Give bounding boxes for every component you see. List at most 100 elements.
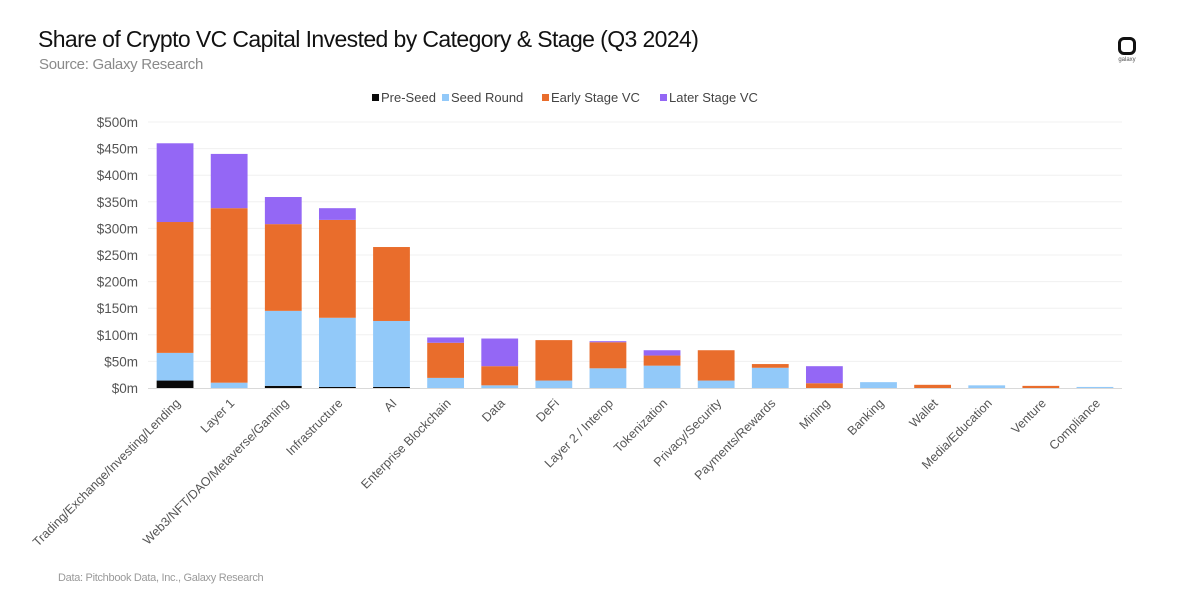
bar-segment-early-stage-vc — [427, 342, 465, 378]
x-tick-label: Compliance — [1046, 396, 1103, 453]
bar-stack — [643, 350, 681, 388]
bar-stack — [968, 385, 1006, 388]
bar-segment-seed-round — [481, 385, 519, 388]
x-tick-label: Tokenization — [611, 396, 670, 455]
data-source-note: Data: Pitchbook Data, Inc., Galaxy Resea… — [58, 572, 264, 584]
bar-segment-early-stage-vc — [751, 364, 789, 368]
y-axis: $0m $50m $100m $150m $200m $250m $300m $350m $40… — [97, 115, 138, 396]
bar-stack — [697, 350, 735, 388]
bar-stack — [156, 143, 194, 388]
y-tick-label: $350m — [97, 195, 138, 210]
x-tick-label: Mining — [797, 396, 833, 432]
x-tick-label: AI — [381, 396, 399, 414]
bar-stack — [427, 337, 465, 388]
bar-segment-seed-round — [210, 382, 248, 388]
bar-stack — [805, 366, 843, 388]
y-tick-label: $150m — [97, 301, 138, 316]
bar-stack — [318, 208, 356, 388]
legend-swatch — [542, 94, 549, 101]
bar-segment-early-stage-vc — [481, 366, 519, 386]
bar-stack — [210, 153, 248, 388]
x-tick-label: Infrastructure — [284, 396, 346, 458]
bar-segment-seed-round — [589, 368, 627, 388]
bar-segment-early-stage-vc — [589, 342, 627, 369]
bar-stack — [751, 364, 789, 388]
x-tick-label: Banking — [845, 396, 887, 438]
bar-segment-seed-round — [427, 377, 465, 388]
stacked-bar-chart: Pre-Seed Seed Round Early Stage VC Later St… — [30, 90, 1122, 549]
bar-segment-seed-round — [697, 380, 735, 388]
bar-segment-later-stage-vc — [427, 337, 465, 343]
y-tick-label: $200m — [97, 275, 138, 290]
bar-segment-early-stage-vc — [264, 224, 302, 311]
bar-segment-early-stage-vc — [643, 355, 681, 366]
y-tick-label: $100m — [97, 328, 138, 343]
legend-label: Pre-Seed — [381, 90, 436, 105]
bar-stack — [264, 197, 302, 388]
x-tick-label: Venture — [1009, 396, 1049, 436]
y-tick-label: $400m — [97, 168, 138, 183]
bar-segment-early-stage-vc — [373, 247, 410, 321]
x-tick-label: Data — [479, 396, 508, 425]
bar-segment-pre-seed — [373, 386, 410, 388]
y-tick-label: $450m — [97, 142, 138, 157]
bar-stack — [914, 384, 952, 388]
y-tick-label: $0m — [112, 381, 138, 396]
bar-segment-early-stage-vc — [318, 219, 356, 318]
legend-swatch — [660, 94, 667, 101]
x-tick-label: DeFi — [533, 396, 562, 425]
bar-stack — [589, 341, 627, 388]
bar-segment-seed-round — [643, 365, 681, 388]
bar-stack — [860, 382, 897, 388]
bar-segment-seed-round — [373, 320, 410, 387]
bar-segment-early-stage-vc — [156, 222, 194, 353]
y-tick-label: $50m — [104, 354, 138, 369]
legend: Pre-Seed Seed Round Early Stage VC Later St… — [372, 90, 758, 105]
legend-swatch — [372, 94, 379, 101]
legend-item-early-stage-vc: Early Stage VC — [542, 90, 640, 105]
bar-segment-early-stage-vc — [535, 340, 573, 381]
y-tick-label: $250m — [97, 248, 138, 263]
legend-item-pre-seed: Pre-Seed — [372, 90, 436, 105]
bar-segment-later-stage-vc — [210, 153, 248, 209]
bar-segment-pre-seed — [318, 386, 356, 388]
bars — [156, 143, 1114, 388]
x-tick-label: Enterprise Blockchain — [358, 396, 453, 491]
bar-segment-later-stage-vc — [481, 338, 519, 367]
bar-segment-seed-round — [264, 310, 302, 386]
y-tick-label: $300m — [97, 221, 138, 236]
bar-segment-later-stage-vc — [805, 366, 843, 384]
bar-segment-later-stage-vc — [643, 350, 681, 356]
bar-segment-seed-round — [751, 367, 789, 388]
bar-segment-seed-round — [968, 385, 1006, 388]
bar-segment-seed-round — [156, 352, 194, 381]
bar-segment-later-stage-vc — [264, 197, 302, 225]
legend-item-seed-round: Seed Round — [442, 90, 523, 105]
bar-segment-pre-seed — [156, 380, 194, 388]
bar-segment-seed-round — [535, 380, 573, 388]
bar-segment-early-stage-vc — [697, 350, 735, 381]
bar-segment-seed-round — [318, 317, 356, 387]
bar-stack — [481, 338, 519, 388]
bar-segment-early-stage-vc — [1022, 385, 1060, 388]
bar-segment-seed-round — [1076, 386, 1114, 388]
x-tick-label: Wallet — [907, 396, 942, 431]
bar-stack — [535, 340, 573, 388]
bar-segment-early-stage-vc — [914, 384, 952, 388]
y-tick-label: $500m — [97, 115, 138, 130]
bar-segment-later-stage-vc — [589, 341, 627, 343]
bar-stack — [1076, 386, 1114, 388]
legend-item-later-stage-vc: Later Stage VC — [660, 90, 758, 105]
legend-swatch — [442, 94, 449, 101]
bar-segment-pre-seed — [264, 385, 302, 388]
legend-label: Early Stage VC — [551, 90, 640, 105]
bar-stack — [373, 247, 410, 388]
x-tick-label: Layer 1 — [198, 396, 237, 435]
bar-segment-early-stage-vc — [210, 208, 248, 383]
legend-label: Later Stage VC — [669, 90, 758, 105]
bar-segment-later-stage-vc — [318, 208, 356, 220]
bar-segment-early-stage-vc — [805, 383, 843, 388]
bar-segment-later-stage-vc — [156, 143, 194, 223]
bar-stack — [1022, 385, 1060, 388]
x-axis: Trading/Exchange/Investing/Lending Layer … — [30, 388, 1122, 549]
